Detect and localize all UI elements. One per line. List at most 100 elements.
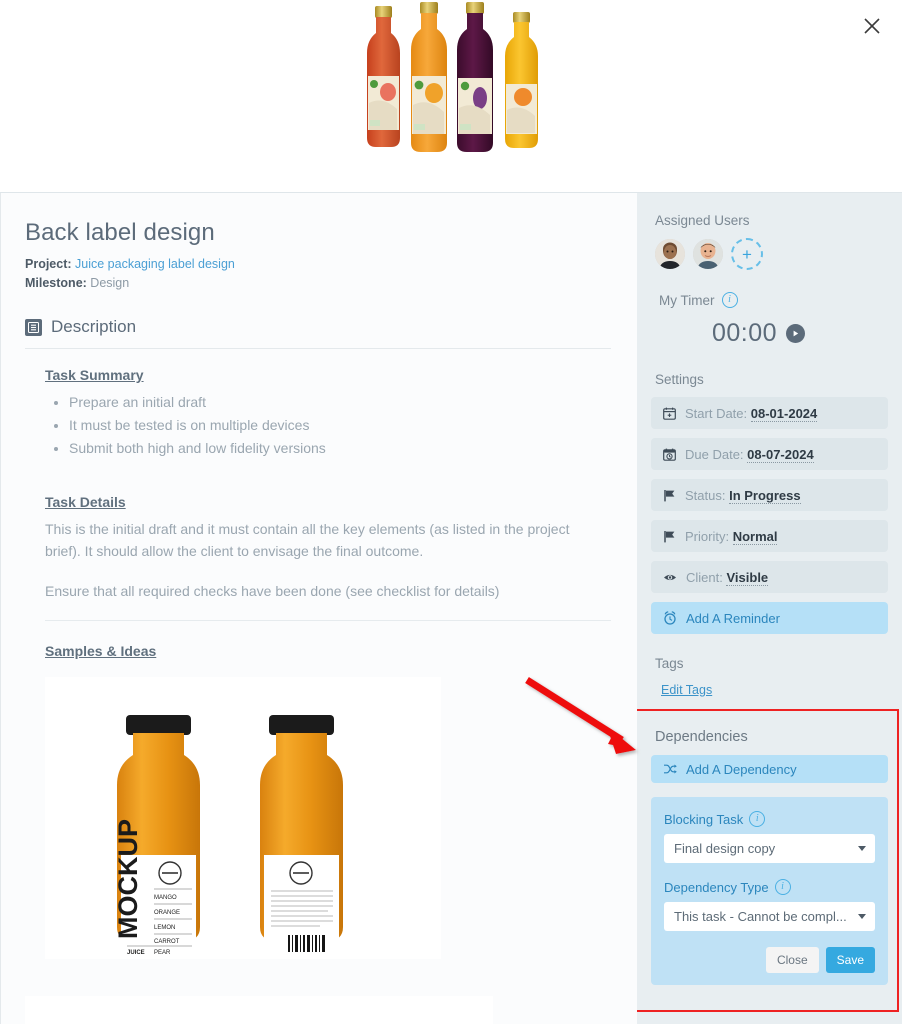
my-timer-label: My Timer xyxy=(659,292,715,308)
page-title: Back label design xyxy=(25,219,215,246)
timer-value: 00:00 xyxy=(711,319,778,347)
list-item: It must be tested is on multiple devices xyxy=(69,414,611,437)
list-item: Submit both high and low fidelity versio… xyxy=(69,437,611,460)
project-meta: Project: Juice packaging label design xyxy=(25,257,611,271)
hero-product-image xyxy=(333,0,570,182)
add-reminder-label: Add A Reminder xyxy=(686,610,780,626)
my-timer-header: My Timer i xyxy=(655,292,888,308)
svg-text:JUICE: JUICE xyxy=(127,950,145,956)
settings-label: Settings xyxy=(655,372,704,387)
description-body: Task Summary Prepare an initial draft It… xyxy=(25,349,611,959)
tags-label: Tags xyxy=(655,656,684,671)
add-dependency-button[interactable]: Add A Dependency xyxy=(651,755,888,783)
milestone-meta: Milestone: Design xyxy=(25,276,611,290)
task-sidebar: Assigned Users + My Timer i 00:00 Settin… xyxy=(637,193,902,1024)
dependency-type-label: Dependency Type xyxy=(664,879,769,895)
task-details-paragraph: This is the initial draft and it must co… xyxy=(45,521,570,559)
play-icon[interactable] xyxy=(786,324,806,343)
svg-text:CARROT: CARROT xyxy=(154,939,180,945)
svg-text:MANGO: MANGO xyxy=(154,895,177,901)
blocking-task-select[interactable]: Final design copy xyxy=(664,834,875,863)
milestone-label: Milestone: xyxy=(25,276,87,290)
setting-value: Normal xyxy=(732,528,778,545)
task-summary-heading: Task Summary xyxy=(45,367,144,383)
blocking-task-value: Final design copy xyxy=(674,841,776,856)
setting-priority[interactable]: Priority: Normal xyxy=(651,520,888,552)
edit-tags-link[interactable]: Edit Tags xyxy=(661,683,712,697)
setting-text: Start Date: 08-01-2024 xyxy=(685,405,818,422)
milestone-value: Design xyxy=(90,276,130,290)
task-details-paragraph: Ensure that all required checks have bee… xyxy=(45,583,500,599)
chevron-down-icon xyxy=(858,846,866,851)
project-label: Project: xyxy=(25,257,72,271)
calendar-clock-icon xyxy=(663,448,676,461)
alarm-clock-icon xyxy=(663,611,677,625)
task-main-column: Back label design Project: Juice packagi… xyxy=(0,193,637,1024)
dependency-type-label-row: Dependency Type i xyxy=(664,879,875,895)
list-item: Prepare an initial draft xyxy=(69,391,611,414)
svg-text:MOCKUP: MOCKUP xyxy=(113,819,143,939)
dependency-type-select[interactable]: This task - Cannot be compl... xyxy=(664,902,875,931)
svg-text:LEMON: LEMON xyxy=(154,925,175,931)
assigned-users-list: + xyxy=(655,238,888,270)
content-placeholder xyxy=(25,996,493,1024)
description-section-header: Description xyxy=(25,317,611,349)
close-button[interactable]: Close xyxy=(765,947,819,973)
setting-label: Status: xyxy=(685,487,726,503)
dependency-type-value: This task - Cannot be compl... xyxy=(674,909,847,924)
setting-status[interactable]: Status: In Progress xyxy=(651,479,888,511)
info-icon[interactable]: i xyxy=(774,879,791,895)
avatar[interactable] xyxy=(693,239,723,269)
add-user-button[interactable]: + xyxy=(731,238,763,270)
timer-display: 00:00 xyxy=(651,319,866,348)
dependencies-title: Dependencies xyxy=(655,729,748,745)
add-reminder-button[interactable]: Add A Reminder xyxy=(651,602,888,634)
svg-text:ORANGE: ORANGE xyxy=(154,910,180,916)
setting-value: 08-01-2024 xyxy=(750,405,818,422)
setting-label: Due Date: xyxy=(685,446,744,462)
modal-body: Back label design Project: Juice packagi… xyxy=(0,193,902,1024)
task-detail-modal: Back label design Project: Juice packagi… xyxy=(0,0,902,1024)
flag-icon xyxy=(663,530,676,543)
blocking-task-label-row: Blocking Task i xyxy=(664,811,875,827)
sample-image: MOCKUP MANGO ORANGE LEMON CARROT JUICE P… xyxy=(45,677,441,959)
eye-icon xyxy=(663,571,677,584)
assigned-users-label: Assigned Users xyxy=(655,213,750,228)
setting-text: Status: In Progress xyxy=(685,487,801,504)
setting-text: Client: Visible xyxy=(686,569,769,586)
add-dependency-label: Add A Dependency xyxy=(686,761,797,777)
setting-text: Due Date: 08-07-2024 xyxy=(685,446,814,463)
setting-client-visibility[interactable]: Client: Visible xyxy=(651,561,888,593)
flag-icon xyxy=(663,489,676,502)
close-icon[interactable] xyxy=(854,8,890,44)
setting-value: In Progress xyxy=(729,487,801,504)
document-icon xyxy=(25,318,42,336)
svg-text:PEAR: PEAR xyxy=(154,950,171,956)
blocking-task-label: Blocking Task xyxy=(664,811,744,827)
avatar[interactable] xyxy=(655,239,685,269)
save-button[interactable]: Save xyxy=(825,947,875,973)
calendar-icon xyxy=(663,407,676,420)
setting-label: Priority: xyxy=(685,528,730,544)
dependency-form: Blocking Task i Final design copy Depend… xyxy=(651,797,888,985)
dependencies-section: Dependencies Add A Dependency Blocking T… xyxy=(651,729,888,985)
setting-label: Client: xyxy=(686,569,723,585)
task-details-heading: Task Details xyxy=(45,494,126,510)
setting-value: 08-07-2024 xyxy=(747,446,814,463)
samples-heading: Samples & Ideas xyxy=(45,643,157,659)
description-heading: Description xyxy=(51,317,137,336)
dependency-form-actions: Close Save xyxy=(664,947,875,973)
info-icon[interactable]: i xyxy=(749,811,766,827)
shuffle-icon xyxy=(663,763,677,775)
setting-due-date[interactable]: Due Date: 08-07-2024 xyxy=(651,438,888,470)
tags-section: Tags Edit Tags xyxy=(651,656,888,699)
task-summary-list: Prepare an initial draft It must be test… xyxy=(45,391,611,460)
setting-text: Priority: Normal xyxy=(685,528,778,545)
project-link[interactable]: Juice packaging label design xyxy=(75,257,235,271)
info-icon[interactable]: i xyxy=(721,292,738,308)
setting-label: Start Date: xyxy=(685,405,748,421)
setting-value: Visible xyxy=(726,569,769,586)
setting-start-date[interactable]: Start Date: 08-01-2024 xyxy=(651,397,888,429)
modal-hero xyxy=(0,0,902,193)
divider xyxy=(45,620,611,621)
